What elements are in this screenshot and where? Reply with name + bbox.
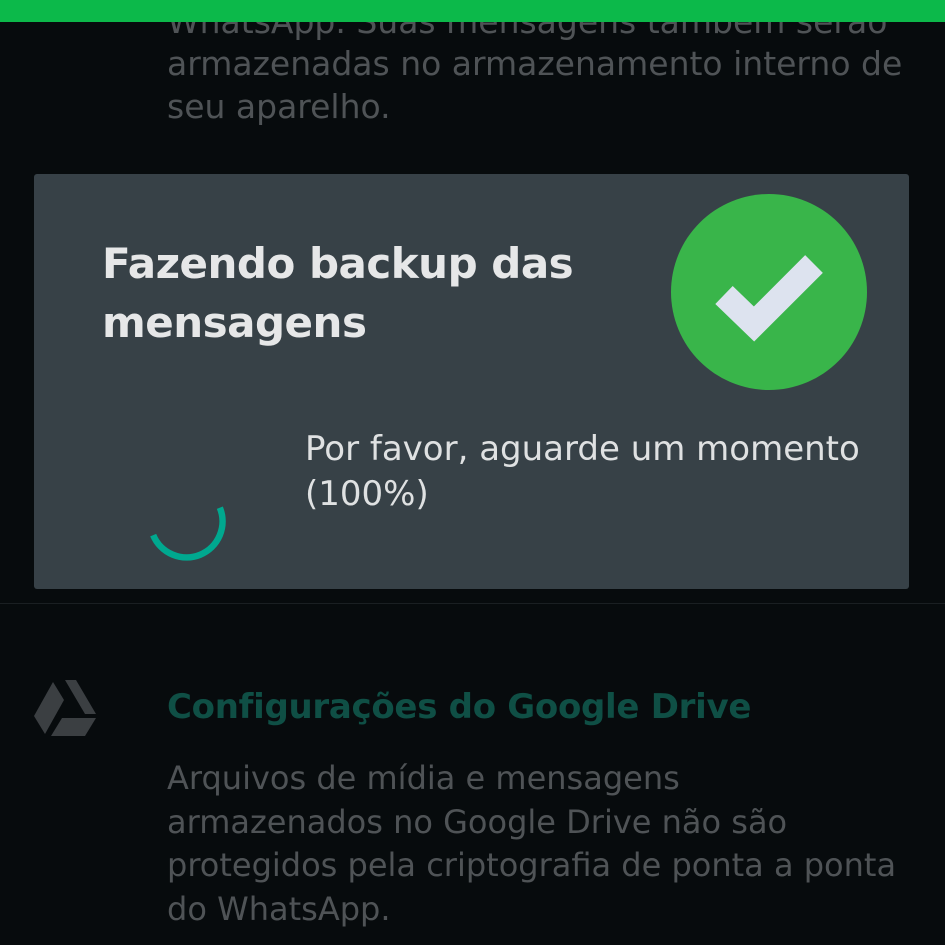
dialog-message: Por favor, aguarde um momento (100%) bbox=[305, 429, 860, 514]
section-divider bbox=[0, 603, 945, 604]
google-drive-icon bbox=[34, 680, 96, 736]
progress-spinner bbox=[150, 506, 226, 561]
google-drive-settings-title[interactable]: Configurações do Google Drive bbox=[167, 685, 912, 730]
backup-progress-dialog: Fazendo backup das mensagens Por favor, … bbox=[34, 174, 909, 589]
google-drive-description-line: protegidos pela criptografia de ponta a … bbox=[167, 846, 897, 884]
status-bar bbox=[0, 0, 945, 22]
google-drive-description-line: armazenados no Google Drive não são bbox=[167, 802, 788, 841]
dialog-title: Fazendo backup das mensagens bbox=[102, 239, 574, 347]
google-drive-description: Arquivos de mídia e mensagens armazenado… bbox=[167, 757, 927, 931]
backup-description-line: seu aparelho. bbox=[167, 87, 391, 126]
backup-description-line: armazenadas no armazenamento interno de bbox=[167, 44, 903, 83]
google-drive-description-line: Arquivos de mídia e mensagens bbox=[167, 759, 680, 797]
google-drive-description-line: do WhatsApp. bbox=[167, 889, 391, 928]
check-circle-icon bbox=[671, 194, 867, 390]
